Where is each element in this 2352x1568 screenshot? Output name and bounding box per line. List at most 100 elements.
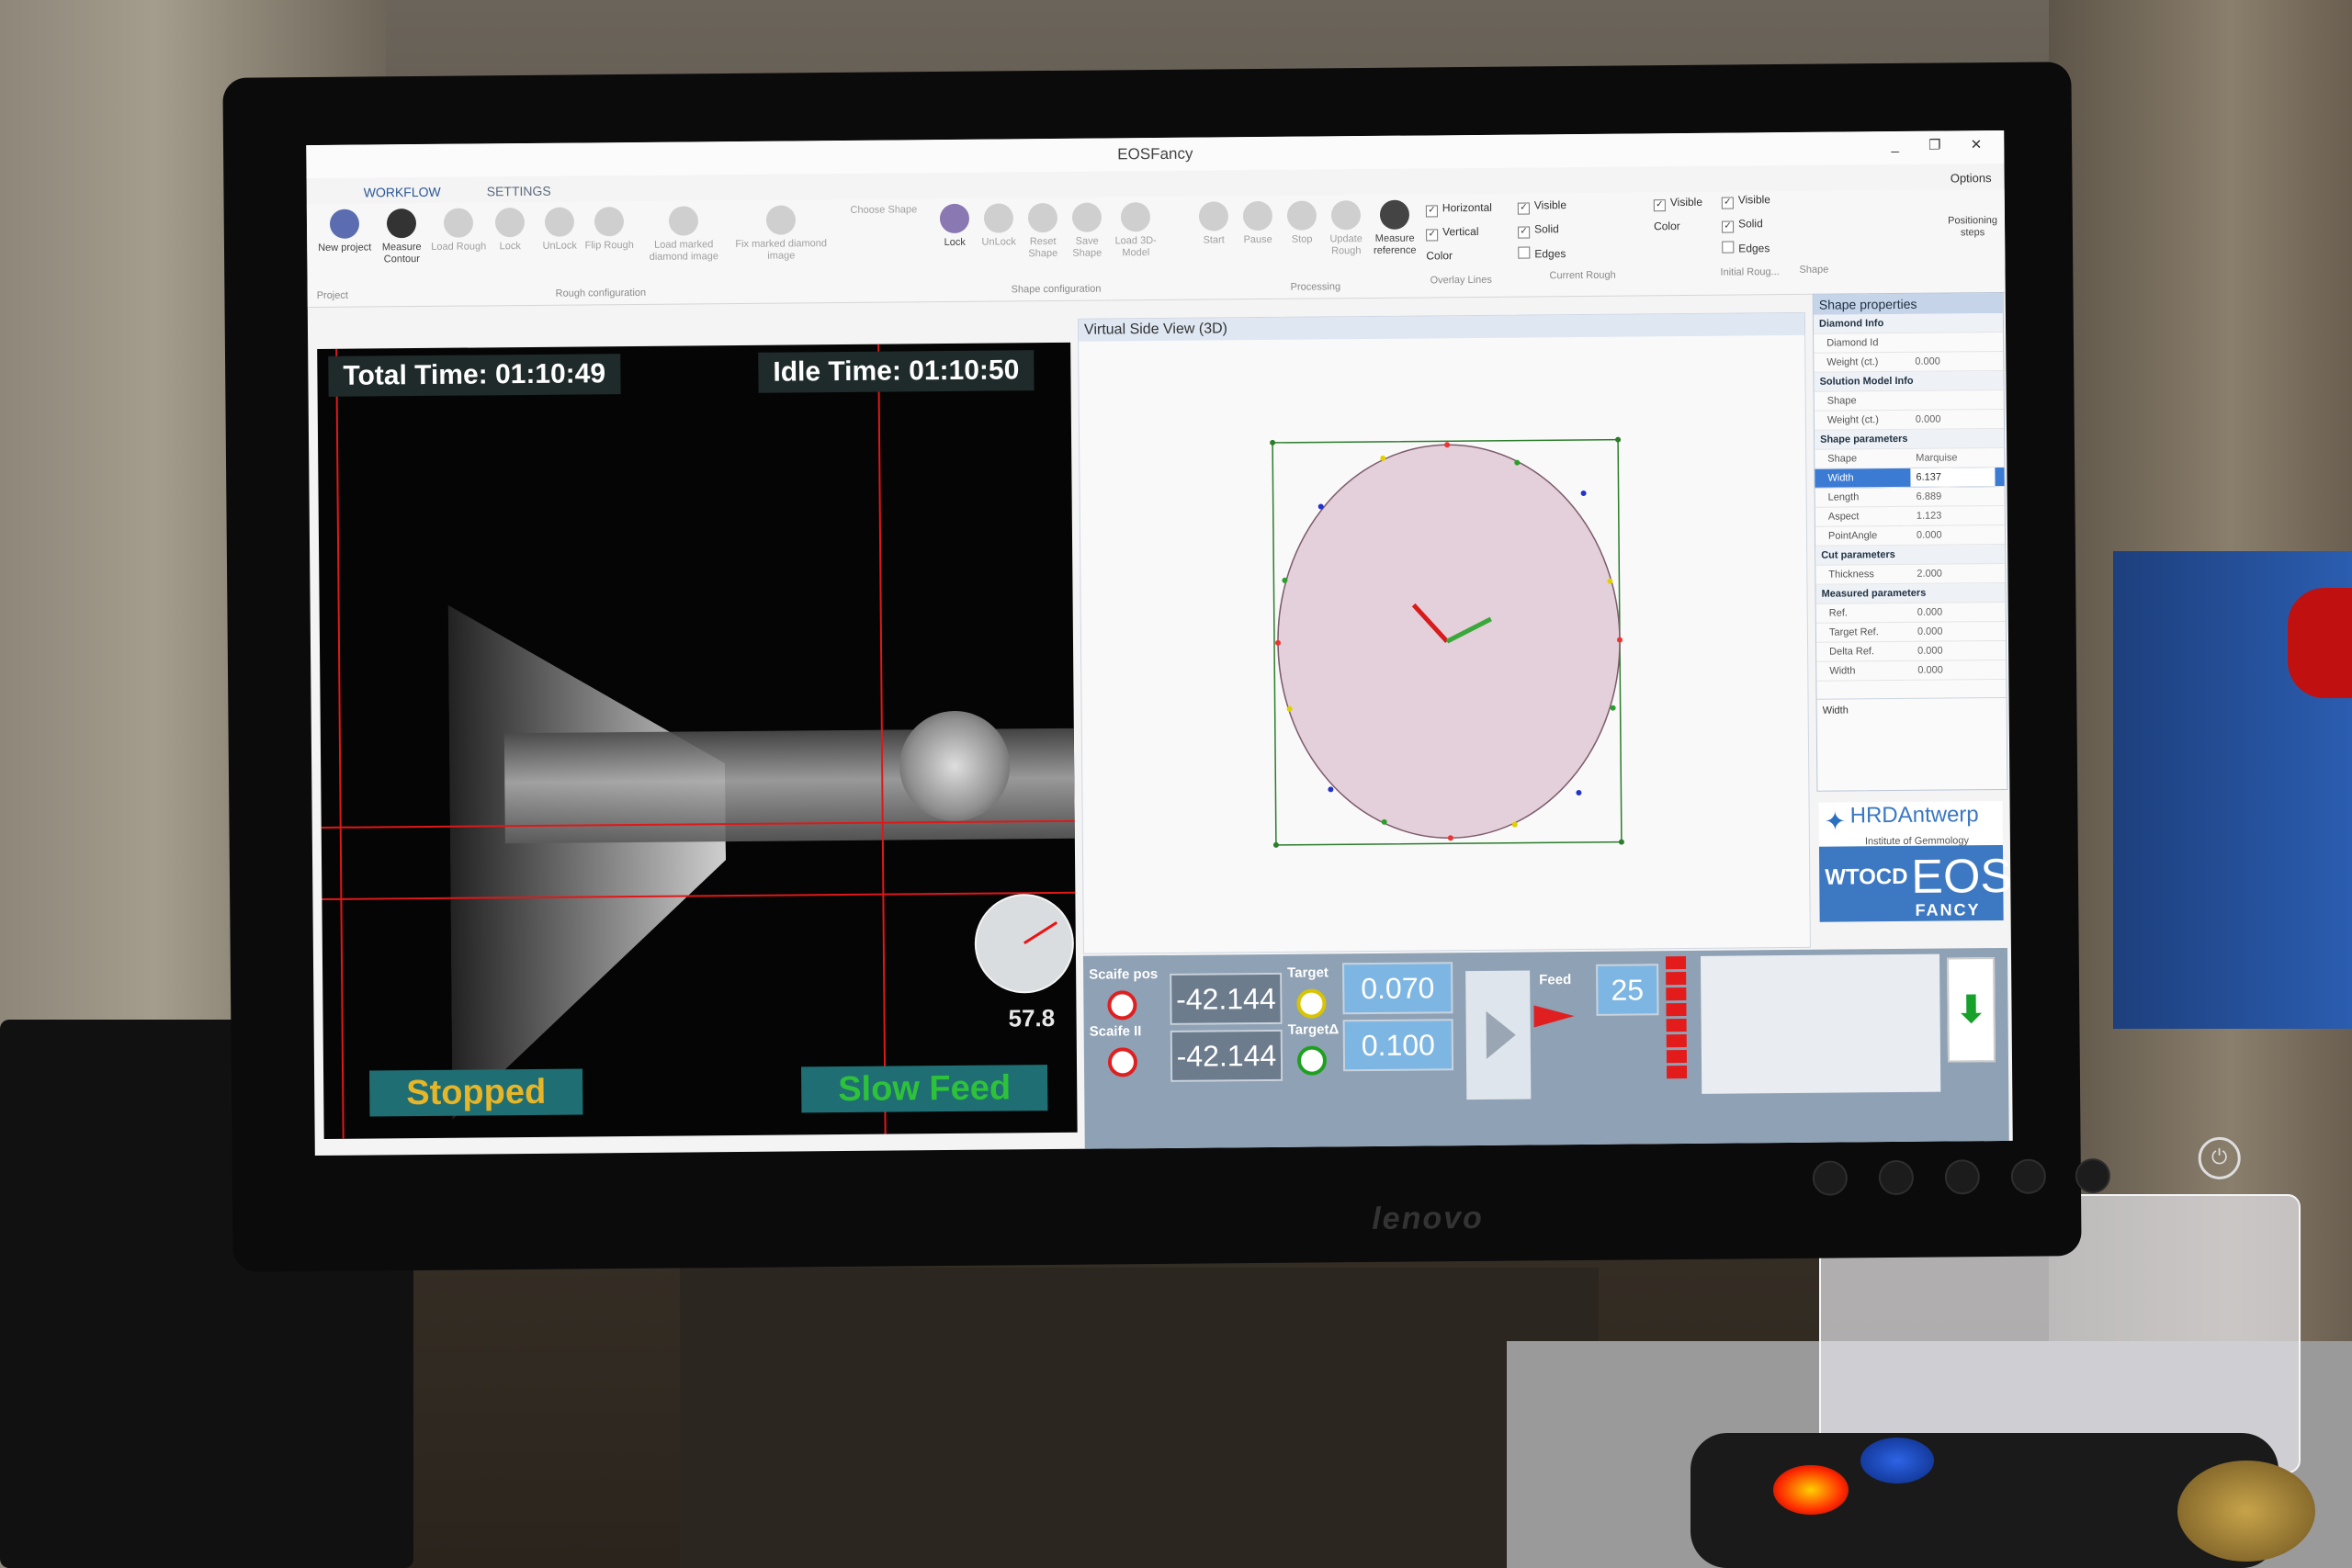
current-edges-checkbox[interactable]: Edges xyxy=(1518,246,1566,260)
start-button[interactable]: Start xyxy=(1191,201,1237,246)
property-row[interactable]: Width 6.137 xyxy=(1815,467,2005,489)
monitor-down-button[interactable] xyxy=(1944,1159,1981,1195)
property-row[interactable]: Delta Ref. 0.000 xyxy=(1816,640,2007,662)
property-row[interactable]: Shape xyxy=(1814,389,2004,412)
contour-point xyxy=(1444,442,1451,448)
image-icon xyxy=(668,206,699,236)
property-section[interactable]: Diamond Info xyxy=(1813,312,2004,334)
group-initial-rough: Initial Roug... xyxy=(1720,266,1780,278)
initial-color-button[interactable]: Color xyxy=(1654,220,1680,232)
update-rough-button[interactable]: Update Rough xyxy=(1323,200,1370,257)
positioning-steps-button[interactable]: Positioning steps xyxy=(1940,215,2005,240)
flip-rough-button[interactable]: Flip Rough xyxy=(581,207,638,253)
current-solid-checkbox[interactable]: ✓ Solid xyxy=(1518,222,1559,239)
monitor-brand: lenovo xyxy=(1372,1200,1484,1236)
property-section[interactable]: Measured parameters xyxy=(1815,582,2006,604)
horizontal-checkbox[interactable]: ✓ Horizontal xyxy=(1425,201,1492,218)
group-shape: Shape configuration xyxy=(1011,283,1102,296)
choose-shape-dropdown[interactable]: Choose Shape xyxy=(840,204,928,217)
feed-value[interactable]: 25 xyxy=(1596,964,1659,1016)
property-grid: Diamond Info Diamond Id Weight (ct.) 0.000 S… xyxy=(1813,312,2007,682)
property-row[interactable]: Weight (ct.) 0.000 xyxy=(1814,409,2005,431)
tab-workflow[interactable]: WORKFLOW xyxy=(364,185,441,200)
property-row[interactable]: Ref. 0.000 xyxy=(1815,602,2006,624)
corner-handle[interactable] xyxy=(1270,439,1276,446)
play-icon[interactable] xyxy=(1465,970,1532,1100)
target-delta-icon xyxy=(1296,1045,1328,1076)
shape-solid-checkbox[interactable]: ✓ Solid xyxy=(1722,217,1763,233)
window-controls[interactable]: _ ❐ ✕ xyxy=(1892,136,1996,153)
monitor-buttons: ⏻ xyxy=(1794,1136,2241,1196)
pause-button[interactable]: Pause xyxy=(1235,200,1281,246)
contour-point xyxy=(1610,705,1616,711)
current-visible-checkbox[interactable]: ✓ Visible xyxy=(1517,198,1566,215)
property-label: Shape parameters xyxy=(1820,433,1908,446)
scaife-ii-icon xyxy=(1107,1047,1138,1077)
shape-edges-checkbox[interactable]: Edges xyxy=(1722,241,1770,254)
property-row[interactable]: Thickness 2.000 xyxy=(1815,563,2006,585)
property-section[interactable]: Cut parameters xyxy=(1815,544,2006,566)
property-label: PointAngle xyxy=(1827,530,1878,542)
corner-handle[interactable] xyxy=(1272,841,1279,848)
property-section[interactable]: Solution Model Info xyxy=(1814,370,2004,392)
measure-contour-button[interactable]: Measure Contour xyxy=(373,209,431,266)
unlock-rough-button[interactable]: UnLock xyxy=(531,207,588,253)
overlay-horizontal-line xyxy=(322,891,1076,900)
fix-marked-image-button[interactable]: Fix marked diamond image xyxy=(735,205,828,263)
property-row[interactable]: Aspect 1.123 xyxy=(1815,505,2005,527)
property-row[interactable]: Weight (ct.) 0.000 xyxy=(1814,351,2004,373)
target-delta-value[interactable]: 0.100 xyxy=(1342,1019,1454,1072)
load-marked-image-button[interactable]: Load marked diamond image xyxy=(638,206,730,264)
shape-canvas[interactable] xyxy=(1079,335,1810,953)
unlock-icon xyxy=(544,207,575,237)
property-row[interactable]: PointAngle 0.000 xyxy=(1815,525,2006,547)
property-description: Width xyxy=(1816,696,2007,791)
initial-visible-checkbox[interactable]: ✓ Visible xyxy=(1653,196,1702,212)
load-3d-model-button[interactable]: Load 3D-Model xyxy=(1110,202,1162,259)
diamond-stone xyxy=(899,710,1011,822)
red-cup xyxy=(2288,588,2352,698)
stop-button-blue[interactable] xyxy=(1860,1438,1934,1483)
power-icon[interactable]: ⏻ xyxy=(2198,1136,2241,1180)
contour-point xyxy=(1447,835,1453,841)
tab-settings[interactable]: SETTINGS xyxy=(487,184,551,199)
monitor-menu-button[interactable] xyxy=(1812,1160,1849,1196)
reset-shape-button[interactable]: Reset Shape xyxy=(1020,202,1067,260)
arrow-down-icon[interactable]: ⬇ xyxy=(1947,957,1996,1063)
property-label: Aspect xyxy=(1827,511,1860,523)
monitor-input-button[interactable] xyxy=(1878,1159,1915,1196)
new-project-button[interactable]: New project xyxy=(316,209,373,254)
start-button-red[interactable] xyxy=(1773,1465,1849,1515)
property-label: Delta Ref. xyxy=(1829,646,1875,658)
scaife-ii-value: -42.144 xyxy=(1170,1029,1283,1082)
contour-point xyxy=(1514,459,1521,466)
load-rough-button[interactable]: Load Rough xyxy=(430,208,487,254)
contour-point xyxy=(1328,786,1334,793)
stop-button[interactable]: Stop xyxy=(1279,200,1325,245)
target-label: Target xyxy=(1287,964,1329,981)
unlock-shape-button[interactable]: UnLock xyxy=(976,203,1022,248)
property-row[interactable]: Length 6.889 xyxy=(1815,486,2005,508)
idle-time: Idle Time: 01:10:50 xyxy=(758,350,1035,393)
monitor-back-button[interactable] xyxy=(2075,1157,2111,1194)
target-value[interactable]: 0.070 xyxy=(1342,962,1453,1015)
property-row[interactable]: Shape Marquise xyxy=(1815,447,2005,469)
property-row[interactable]: Target Ref. 0.000 xyxy=(1815,621,2007,643)
corner-handle[interactable] xyxy=(1615,436,1622,443)
vertical-checkbox[interactable]: ✓ Vertical xyxy=(1426,225,1479,242)
model-icon xyxy=(1120,202,1151,232)
save-shape-button[interactable]: Save Shape xyxy=(1064,202,1111,259)
unlock-icon xyxy=(983,203,1014,233)
lock-rough-button[interactable]: Lock xyxy=(481,208,538,254)
measure-reference-button[interactable]: Measure reference xyxy=(1369,199,1421,257)
overlay-color-button[interactable]: Color xyxy=(1426,249,1453,262)
monitor-up-button[interactable] xyxy=(2010,1158,2047,1194)
lock-shape-button[interactable]: Lock xyxy=(932,203,978,249)
shape-visible-checkbox[interactable]: ✓ Visible xyxy=(1721,193,1770,209)
property-row[interactable]: Diamond Id xyxy=(1814,332,2004,354)
property-value: 0.000 xyxy=(1917,664,1943,676)
property-section[interactable]: Shape parameters xyxy=(1815,428,2005,450)
corner-handle[interactable] xyxy=(1618,839,1624,845)
property-row[interactable]: Width 0.000 xyxy=(1816,660,2007,682)
pause-icon xyxy=(1242,200,1273,231)
